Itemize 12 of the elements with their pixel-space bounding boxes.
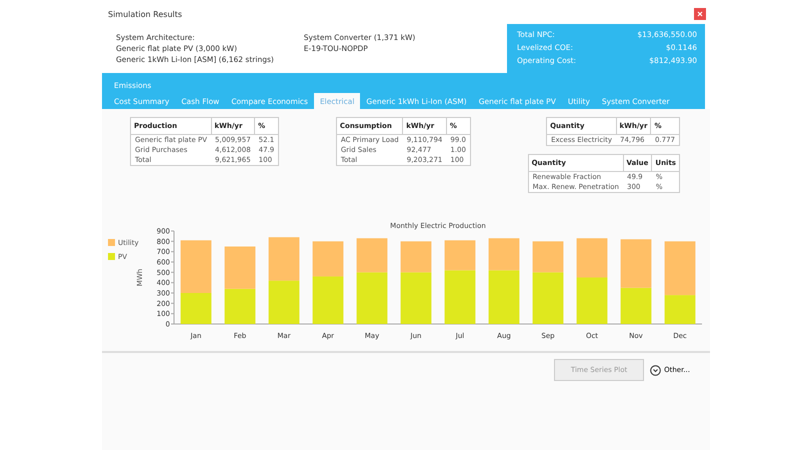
- bar: [620, 288, 652, 324]
- bar: [576, 238, 608, 278]
- window-title: Simulation Results: [108, 10, 182, 18]
- bar: [268, 237, 300, 281]
- bar: [576, 278, 608, 324]
- bar: [224, 288, 256, 324]
- bar: [312, 241, 344, 276]
- chevron-down-icon: [650, 364, 662, 376]
- bar: [312, 276, 344, 324]
- bar: [224, 246, 256, 289]
- bar: [620, 239, 652, 288]
- bar: [268, 280, 300, 324]
